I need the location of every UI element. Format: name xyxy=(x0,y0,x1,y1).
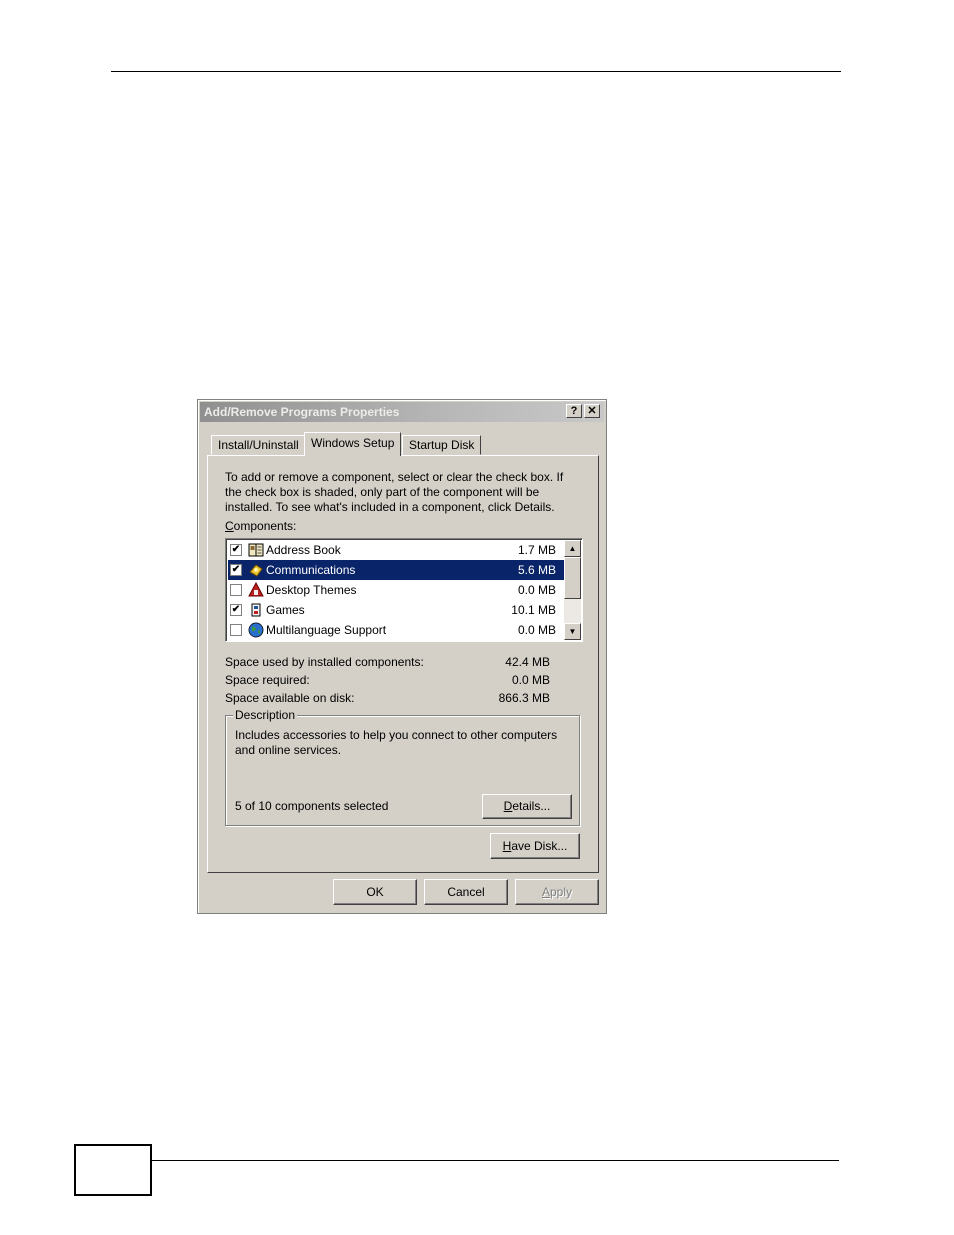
intro-text: To add or remove a component, select or … xyxy=(225,470,564,514)
list-item[interactable]: ✔ Games 10.1 MB xyxy=(228,600,564,620)
description-legend: Description xyxy=(233,708,298,722)
cancel-button[interactable]: Cancel xyxy=(424,879,508,905)
component-size: 0.0 MB xyxy=(517,623,556,637)
component-name: Communications xyxy=(266,563,356,577)
address-book-icon xyxy=(248,543,264,557)
component-name: Games xyxy=(266,603,305,617)
components-label: Components: xyxy=(225,519,297,533)
component-name: Desktop Themes xyxy=(266,583,357,597)
dialog-title: Add/Remove Programs Properties xyxy=(204,405,400,419)
checkbox[interactable]: ✔ xyxy=(230,604,242,616)
checkbox[interactable] xyxy=(230,584,242,596)
tab-install-uninstall[interactable]: Install/Uninstall xyxy=(211,435,306,455)
scroll-thumb[interactable] xyxy=(564,557,581,599)
list-item[interactable]: ✔ Communications 5.6 MB xyxy=(228,560,564,580)
space-used-value: 42.4 MB xyxy=(505,655,550,669)
space-used-label: Space used by installed components: xyxy=(225,655,424,669)
description-group: Description Includes accessories to help… xyxy=(225,708,580,826)
list-item[interactable]: Multilanguage Support 0.0 MB xyxy=(228,620,564,640)
games-icon xyxy=(251,603,261,617)
component-size: 1.7 MB xyxy=(517,543,556,557)
header-rule xyxy=(111,71,841,72)
scroll-down-icon[interactable]: ▼ xyxy=(564,623,581,640)
component-name: Multilanguage Support xyxy=(266,623,387,637)
selected-count: 5 of 10 components selected xyxy=(235,799,389,813)
list-item[interactable]: ✔ Address Book 1.7 MB xyxy=(228,540,564,560)
components-list[interactable]: ✔ Address Book 1.7 MB ✔ Communications 5… xyxy=(225,538,583,642)
tab-startup-disk[interactable]: Startup Disk xyxy=(402,435,482,455)
footer-rule xyxy=(151,1160,839,1161)
add-remove-programs-dialog: Add/Remove Programs Properties ? ✕ Insta… xyxy=(197,399,607,914)
ok-button[interactable]: OK xyxy=(333,879,417,905)
description-text: Includes accessories to help you connect… xyxy=(235,728,558,757)
close-button[interactable]: ✕ xyxy=(584,404,600,418)
list-item[interactable]: Desktop Themes 0.0 MB xyxy=(228,580,564,600)
space-required-value: 0.0 MB xyxy=(511,673,550,687)
space-available-label: Space available on disk: xyxy=(225,691,355,705)
details-button[interactable]: Details... xyxy=(482,794,572,819)
title-bar[interactable]: Add/Remove Programs Properties ? ✕ xyxy=(200,402,604,422)
have-disk-button[interactable]: Have Disk... xyxy=(490,833,580,859)
windows-setup-panel: To add or remove a component, select or … xyxy=(207,455,599,873)
scroll-up-icon[interactable]: ▲ xyxy=(564,540,581,557)
component-size: 0.0 MB xyxy=(517,583,556,597)
list-scrollbar[interactable]: ▲ ▼ xyxy=(564,540,581,640)
communications-icon xyxy=(249,564,263,577)
help-button[interactable]: ? xyxy=(566,404,582,418)
checkbox[interactable]: ✔ xyxy=(230,544,242,556)
tab-windows-setup[interactable]: Windows Setup xyxy=(304,432,402,456)
page-number-box xyxy=(74,1144,152,1196)
component-name: Address Book xyxy=(266,543,341,557)
checkbox[interactable] xyxy=(230,624,242,636)
component-size: 5.6 MB xyxy=(517,563,556,577)
space-required-label: Space required: xyxy=(225,673,310,687)
component-size: 10.1 MB xyxy=(511,603,556,617)
apply-button[interactable]: Apply xyxy=(515,879,599,905)
desktop-themes-icon xyxy=(248,582,264,597)
globe-icon xyxy=(248,622,264,638)
space-available-value: 866.3 MB xyxy=(498,691,550,705)
checkbox[interactable]: ✔ xyxy=(230,564,242,576)
